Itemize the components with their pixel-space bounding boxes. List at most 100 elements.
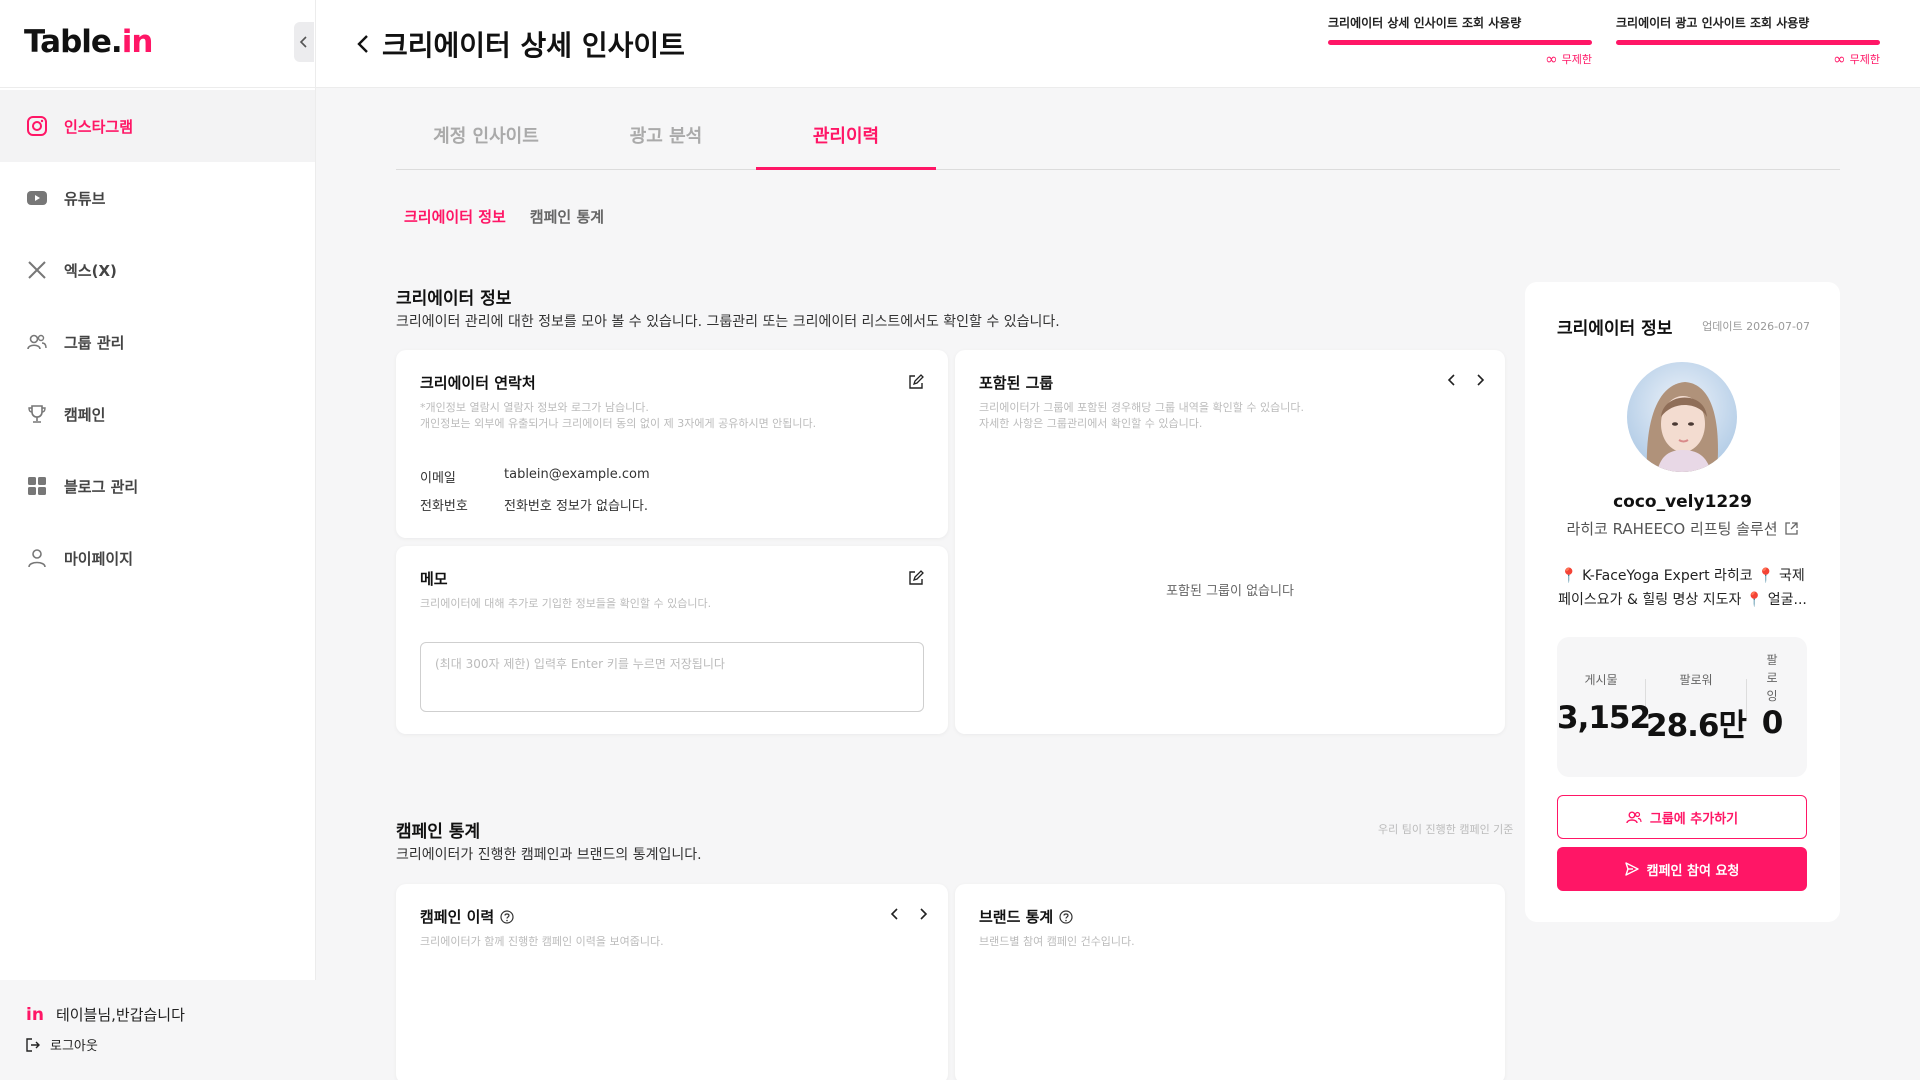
sidebar-item-label: 마이페이지 bbox=[64, 549, 134, 568]
avatar bbox=[1627, 362, 1737, 472]
profile-updated: 업데이트 2026-07-07 bbox=[1702, 320, 1810, 333]
email-label: 이메일 bbox=[420, 471, 456, 486]
sidebar-item-blog[interactable]: 블로그 관리 bbox=[0, 450, 315, 522]
help-icon[interactable] bbox=[1059, 909, 1073, 924]
brand-stats-hint: 브랜드별 참여 캠페인 건수입니다. bbox=[979, 935, 1135, 948]
sidebar-item-youtube[interactable]: 유튜브 bbox=[0, 162, 315, 234]
creator-bio: 📍 K-FaceYoga Expert 라히코 📍 국제 페이스요가 & 힐링 … bbox=[1555, 564, 1810, 612]
chevron-right-icon[interactable] bbox=[1473, 372, 1487, 388]
tab-management-history[interactable]: 관리이력 bbox=[756, 100, 936, 170]
back-button[interactable] bbox=[354, 32, 372, 56]
tab-account-insight[interactable]: 계정 인사이트 bbox=[396, 100, 576, 169]
infinity-icon: ∞ bbox=[1833, 49, 1846, 68]
groups-hint-1: 크리에이터가 그룹에 포함된 경우해당 그룹 내역을 확인할 수 있습니다. bbox=[979, 401, 1304, 414]
section-title-creator-info: 크리에이터 정보 bbox=[396, 289, 512, 309]
logo[interactable]: Table.in bbox=[24, 24, 154, 60]
usage-label: 크리에이터 상세 인사이트 조회 사용량 bbox=[1328, 16, 1522, 30]
usage-bar bbox=[1328, 40, 1592, 45]
usage-label: 크리에이터 광고 인사이트 조회 사용량 bbox=[1616, 16, 1810, 30]
groups-pager bbox=[1445, 372, 1487, 388]
header: 크리에이터 상세 인사이트 크리에이터 상세 인사이트 조회 사용량 ∞ 무제한 … bbox=[316, 0, 1920, 88]
sub-tabs: 크리에이터 정보 캠페인 통계 bbox=[404, 206, 628, 227]
sidebar-nav: 인스타그램 유튜브 엑스(X) 그룹 관리 캠페인 블로그 관리 마이페이지 bbox=[0, 90, 315, 594]
add-to-group-label: 그룹에 추가하기 bbox=[1649, 811, 1739, 827]
sidebar: Table.in 인스타그램 유튜브 엑스(X) 그룹 관리 캠페인 블로그 관… bbox=[0, 0, 316, 1080]
groups-card: 포함된 그룹 크리에이터가 그룹에 포함된 경우해당 그룹 내역을 확인할 수 … bbox=[955, 350, 1505, 734]
memo-textarea[interactable]: (최대 300자 제한) 입력후 Enter 키를 누르면 저장됩니다 bbox=[420, 642, 924, 712]
edit-memo-button[interactable] bbox=[908, 570, 924, 590]
usage-value: ∞ 무제한 bbox=[1616, 51, 1880, 67]
tab-ad-analysis[interactable]: 광고 분석 bbox=[576, 100, 756, 169]
external-link-icon bbox=[1784, 522, 1798, 535]
youtube-icon bbox=[26, 187, 48, 209]
stat-label: 팔로잉 bbox=[1766, 653, 1778, 703]
usage-value-text: 무제한 bbox=[1849, 53, 1880, 66]
creator-brand-text: 라히코 RAHEECO 리프팅 솔루션 bbox=[1566, 520, 1778, 538]
trophy-icon bbox=[26, 403, 48, 425]
subtab-creator-info[interactable]: 크리에이터 정보 bbox=[404, 206, 506, 227]
campaign-criteria-note: 우리 팀이 진행한 캠페인 기준 bbox=[1378, 823, 1514, 836]
creator-bio-line: 📍 K-FaceYoga Expert 라히코 📍 국제 bbox=[1560, 568, 1805, 584]
chevron-right-icon[interactable] bbox=[916, 906, 930, 922]
stat-posts: 게시물 3,152 bbox=[1557, 637, 1651, 777]
add-to-group-button[interactable]: 그룹에 추가하기 bbox=[1557, 795, 1807, 839]
sidebar-item-group[interactable]: 그룹 관리 bbox=[0, 306, 315, 378]
chevron-left-icon[interactable] bbox=[1445, 372, 1459, 388]
sidebar-item-campaign[interactable]: 캠페인 bbox=[0, 378, 315, 450]
chevron-left-icon[interactable] bbox=[888, 906, 902, 922]
sidebar-item-label: 엑스(X) bbox=[64, 261, 117, 280]
sidebar-footer: in 테이블님,반갑습니다 로그아웃 bbox=[0, 980, 316, 1080]
usage-bar bbox=[1616, 40, 1880, 45]
campaign-history-pager bbox=[888, 906, 930, 922]
help-icon[interactable] bbox=[500, 909, 514, 924]
logo-text: Table. bbox=[24, 24, 123, 60]
memo-card: 메모 크리에이터에 대해 추가로 기입한 정보들을 확인할 수 있습니다. (최… bbox=[396, 546, 948, 734]
section-title-campaign-stats: 캠페인 통계 bbox=[396, 822, 481, 842]
stat-following: 팔로잉 0 bbox=[1747, 637, 1797, 777]
creator-stats: 게시물 3,152 팔로워 28.6만 팔로잉 0 bbox=[1557, 637, 1807, 777]
infinity-icon: ∞ bbox=[1545, 49, 1558, 68]
creator-profile-panel: 크리에이터 정보 업데이트 2026-07-07 coco_vely1229 라… bbox=[1525, 282, 1840, 922]
page-title-text: 크리에이터 상세 인사이트 bbox=[382, 29, 685, 62]
main-tabs: 계정 인사이트 광고 분석 관리이력 bbox=[396, 100, 1840, 170]
creator-bio-line: 페이스요가 & 힐링 명상 지도자 📍 얼굴... bbox=[1558, 592, 1807, 608]
brand-stats-title-text: 브랜드 통계 bbox=[979, 908, 1054, 926]
send-icon bbox=[1624, 862, 1639, 876]
logout-icon bbox=[26, 1037, 40, 1052]
stat-value: 0 bbox=[1761, 705, 1784, 741]
edit-contact-button[interactable] bbox=[908, 374, 924, 394]
stat-value: 28.6만 bbox=[1646, 708, 1747, 744]
edit-icon bbox=[909, 374, 924, 389]
usage-detail: 크리에이터 상세 인사이트 조회 사용량 ∞ 무제한 bbox=[1328, 14, 1592, 67]
contact-hint-1: *개인정보 열람시 열람자 정보와 로그가 남습니다. bbox=[420, 401, 649, 414]
creator-handle: coco_vely1229 bbox=[1613, 492, 1752, 512]
logo-area: Table.in bbox=[0, 0, 315, 88]
sidebar-item-x[interactable]: 엑스(X) bbox=[0, 234, 315, 306]
campaign-history-title: 캠페인 이력 bbox=[420, 906, 514, 927]
sidebar-item-label: 캠페인 bbox=[64, 405, 106, 424]
contact-card-title: 크리에이터 연락처 bbox=[420, 374, 536, 392]
campaign-history-title-text: 캠페인 이력 bbox=[420, 908, 495, 926]
phone-label: 전화번호 bbox=[420, 499, 468, 514]
campaign-history-card: 캠페인 이력 크리에이터가 함께 진행한 캠페인 이력을 보여줍니다. bbox=[396, 884, 948, 1080]
sidebar-item-mypage[interactable]: 마이페이지 bbox=[0, 522, 315, 594]
greeting: in 테이블님,반갑습니다 bbox=[26, 1004, 316, 1025]
sidebar-collapse-button[interactable] bbox=[294, 22, 314, 62]
groups-hint-2: 자세한 사항은 그룹관리에서 확인할 수 있습니다. bbox=[979, 417, 1203, 430]
sidebar-item-label: 블로그 관리 bbox=[64, 477, 139, 496]
memo-hint: 크리에이터에 대해 추가로 기입한 정보들을 확인할 수 있습니다. bbox=[420, 597, 712, 610]
phone-value: 전화번호 정보가 없습니다. bbox=[504, 499, 648, 514]
instagram-icon bbox=[26, 115, 48, 137]
logout-button[interactable]: 로그아웃 bbox=[24, 1035, 316, 1054]
campaign-request-button[interactable]: 캠페인 참여 요청 bbox=[1557, 847, 1807, 891]
page-title: 크리에이터 상세 인사이트 bbox=[354, 24, 685, 64]
greeting-text: 테이블님,반갑습니다 bbox=[55, 1006, 185, 1024]
creator-brand-link[interactable]: 라히코 RAHEECO 리프팅 솔루션 bbox=[1525, 518, 1840, 539]
group-icon bbox=[26, 331, 48, 353]
sidebar-item-instagram[interactable]: 인스타그램 bbox=[0, 90, 315, 162]
usage-value-text: 무제한 bbox=[1561, 53, 1592, 66]
stat-label: 게시물 bbox=[1584, 673, 1618, 687]
logo-accent: in bbox=[121, 24, 154, 60]
subtab-campaign-stats[interactable]: 캠페인 통계 bbox=[530, 206, 604, 227]
group-add-icon bbox=[1626, 811, 1642, 824]
